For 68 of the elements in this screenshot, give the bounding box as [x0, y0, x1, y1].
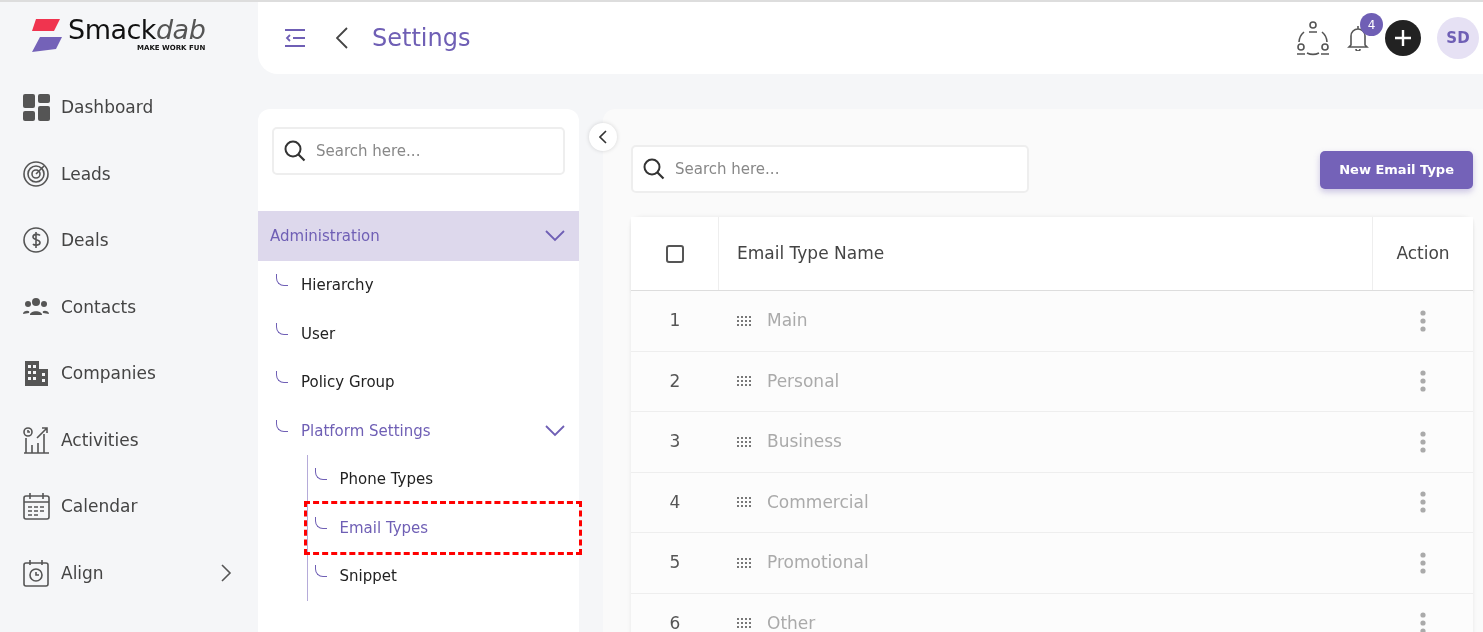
dashboard-icon [22, 93, 51, 123]
email-type-name: Commercial [767, 490, 869, 514]
row-number: 3 [669, 430, 681, 453]
row-number: 4 [669, 490, 681, 514]
chevron-left-icon [599, 130, 607, 144]
tree-item[interactable]: Phone Types [306, 455, 579, 504]
drag-handle-icon[interactable] [737, 557, 751, 568]
chevron-right-icon [220, 564, 232, 583]
tree-item[interactable]: Hierarchy [258, 261, 579, 310]
people-network-icon[interactable] [1295, 20, 1331, 56]
nav-item[interactable]: Contacts [22, 274, 232, 341]
tree-item[interactable]: Platform Settings [258, 406, 579, 455]
bar-chart-icon [22, 425, 51, 455]
building-icon [22, 359, 51, 389]
email-type-name: Other [767, 611, 816, 632]
target-icon [22, 159, 51, 189]
tree-item[interactable]: Policy Group [258, 358, 579, 407]
chevron-down-icon [545, 230, 565, 242]
calendar-icon [22, 492, 51, 522]
column-header: Email Type Name [737, 241, 885, 265]
more-options-icon [1420, 551, 1426, 574]
user-avatar[interactable]: SD [1437, 17, 1479, 59]
select-all-checkbox[interactable] [665, 244, 684, 263]
drag-handle-icon[interactable] [737, 436, 751, 447]
add-button[interactable] [1385, 20, 1421, 56]
row-number: 2 [669, 369, 681, 393]
more-options-icon [1420, 430, 1426, 453]
nav-item[interactable]: Dashboard [22, 74, 232, 141]
search-field[interactable]: Search here... [272, 127, 565, 175]
more-options-icon [1420, 370, 1426, 393]
drag-handle-icon[interactable] [737, 315, 751, 326]
more-options-icon [1420, 309, 1426, 332]
nav-item[interactable]: Align [22, 540, 232, 607]
tree-section-header[interactable]: Administration [258, 211, 579, 261]
logo-icon [30, 16, 62, 53]
dollar-icon [22, 226, 51, 256]
row-number: 5 [669, 551, 681, 574]
search-field[interactable]: Search here... [631, 145, 1029, 193]
brand-name: Smackdab [68, 16, 206, 43]
notification-count: 4 [1360, 13, 1383, 36]
more-options-icon [1420, 491, 1426, 514]
tree-item[interactable]: Snippet [306, 552, 579, 601]
email-type-name: Business [767, 430, 842, 453]
bell-icon[interactable] [1347, 25, 1369, 51]
tree-item[interactable]: User [258, 309, 579, 358]
nav-item[interactable]: Companies [22, 340, 232, 407]
row-number: 1 [669, 309, 681, 332]
menu-collapse-icon [284, 29, 306, 47]
email-type-name: Personal [767, 369, 840, 393]
more-options-icon [1420, 612, 1426, 632]
tree-item[interactable]: Email Types [306, 503, 579, 552]
row-number: 6 [669, 611, 681, 632]
new-email-type-button[interactable]: New Email Type [1320, 151, 1473, 189]
clock-calendar-icon [22, 558, 51, 588]
nav-item[interactable]: Activities [22, 407, 232, 474]
plus-icon [1394, 29, 1412, 47]
column-header: Action [1396, 241, 1450, 265]
drag-handle-icon[interactable] [737, 376, 751, 387]
nav-item[interactable]: Deals [22, 207, 232, 274]
nav-item[interactable]: Leads [22, 141, 232, 208]
drag-handle-icon[interactable] [737, 497, 751, 508]
drag-handle-icon[interactable] [737, 618, 751, 629]
email-type-name: Main [767, 309, 808, 332]
nav-item[interactable]: Calendar [22, 473, 232, 540]
collapse-panel-button[interactable] [589, 123, 617, 151]
page-title: Settings [372, 23, 471, 54]
email-type-name: Promotional [767, 551, 869, 574]
chevron-down-icon [545, 424, 565, 437]
